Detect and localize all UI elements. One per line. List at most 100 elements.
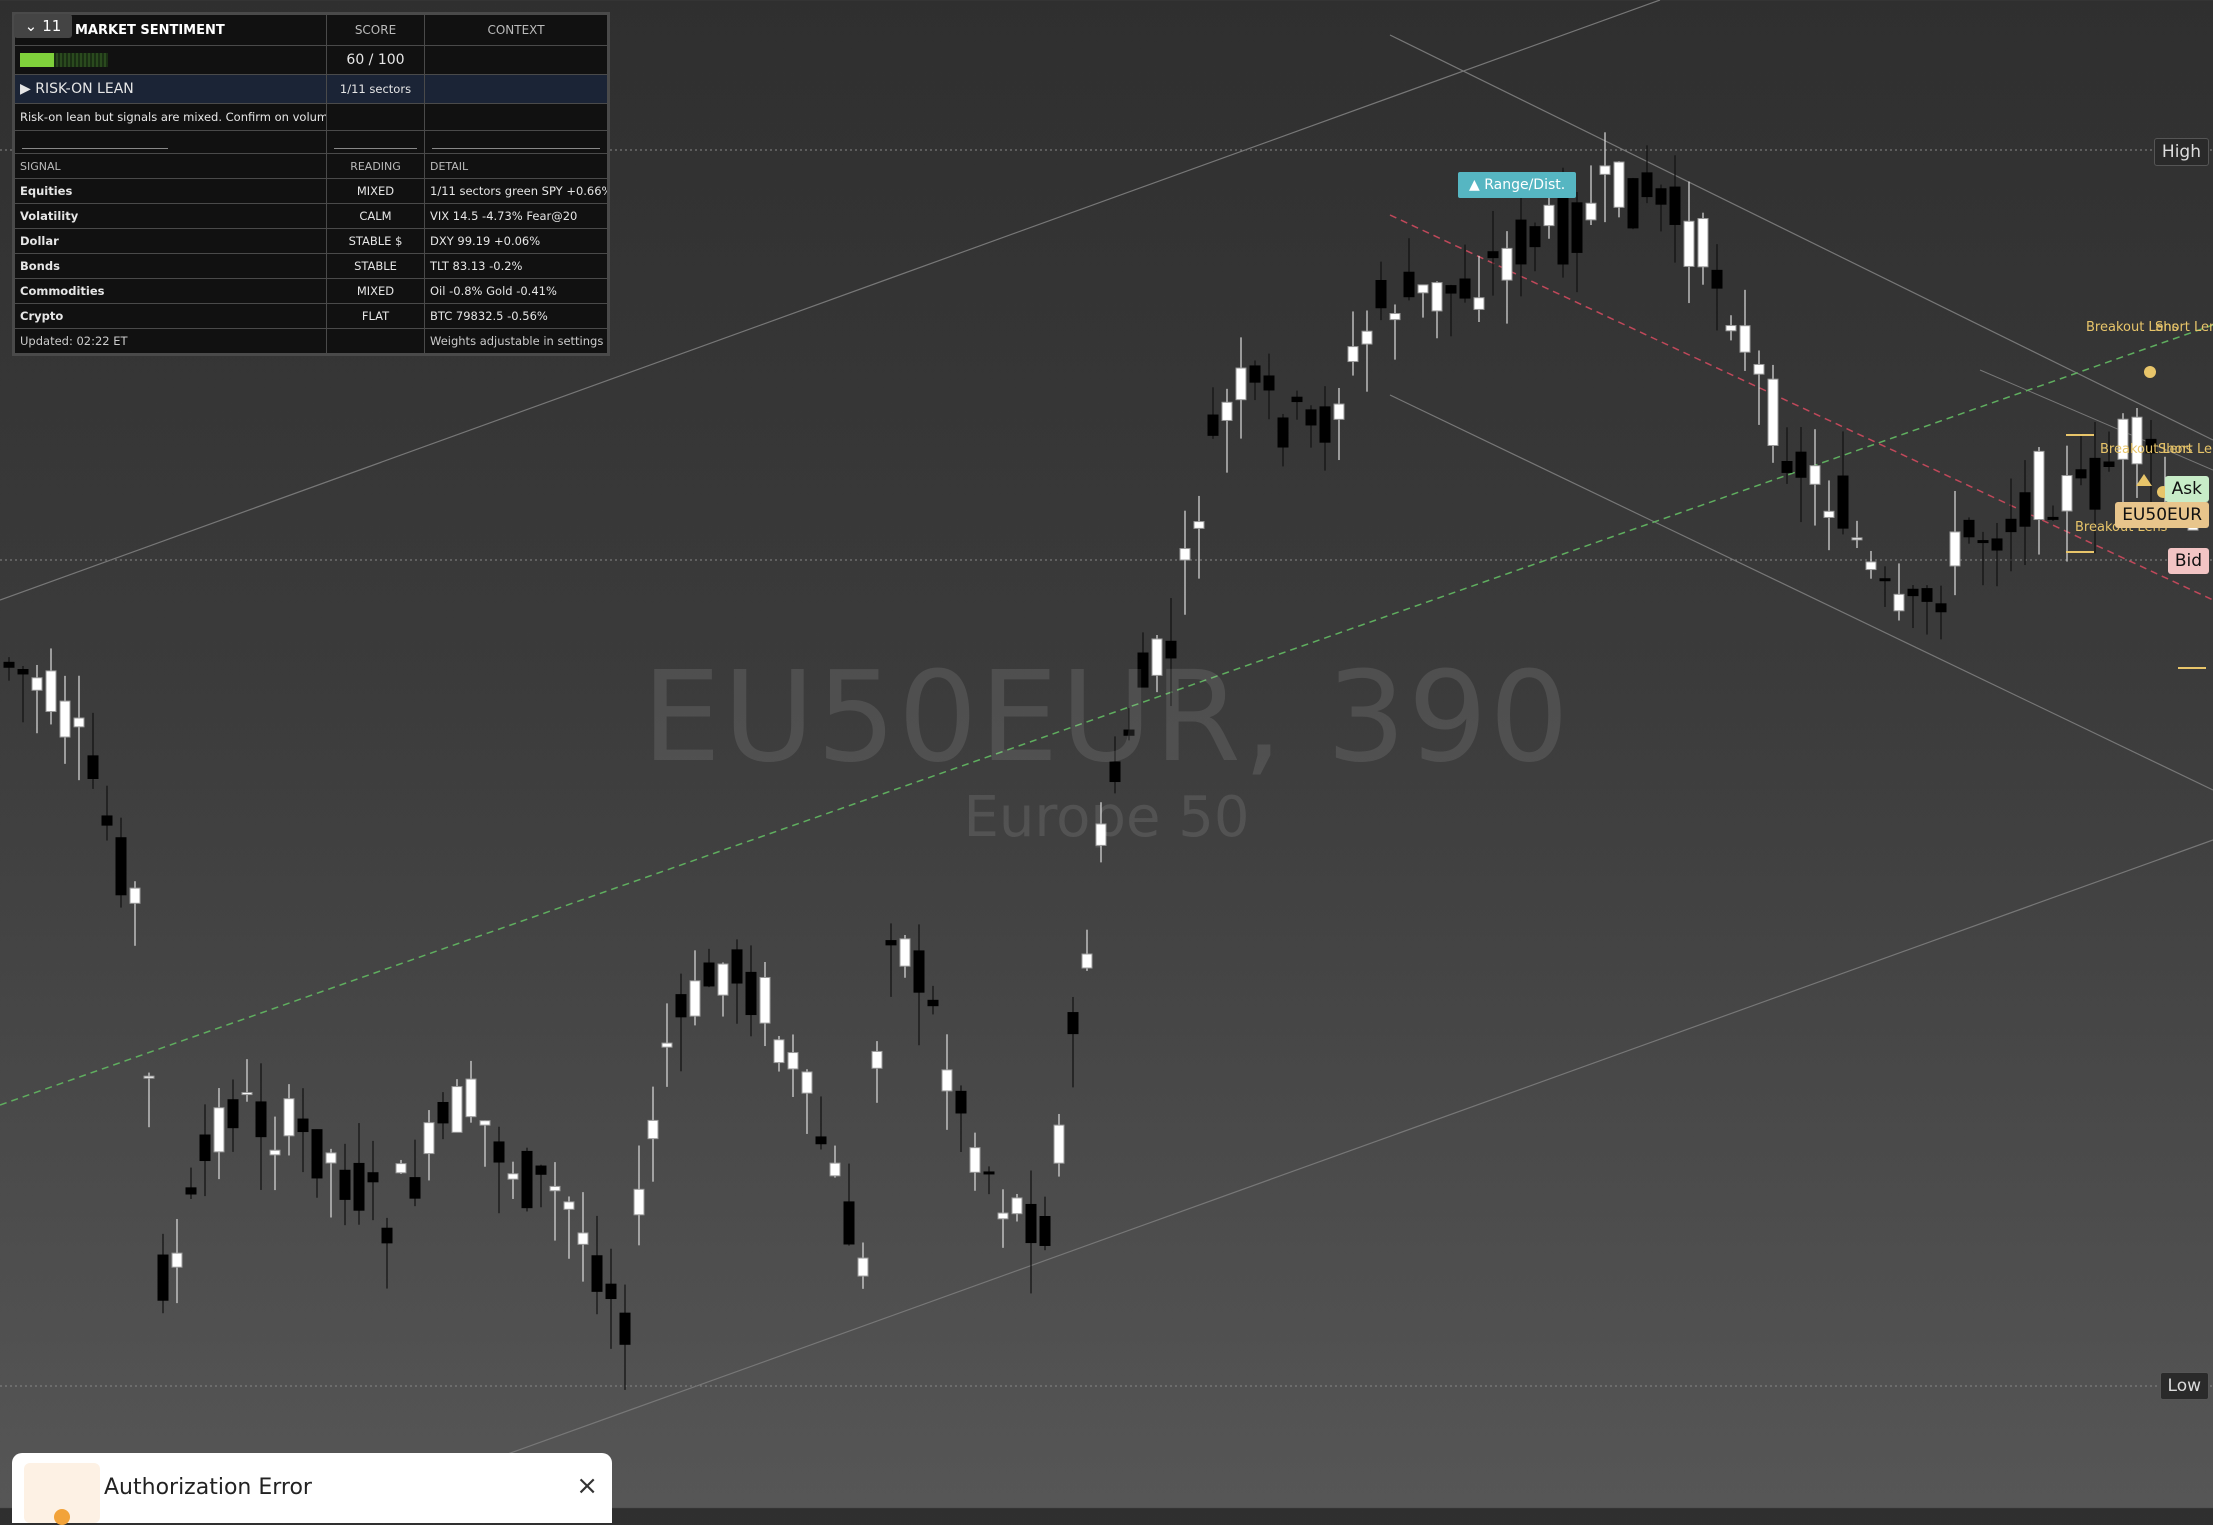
signal-name: Bonds <box>14 253 327 279</box>
candle-body <box>395 1163 407 1174</box>
updated-time: Updated: 02:22 ET <box>14 328 327 354</box>
candle-body <box>87 755 99 779</box>
candle-body <box>577 1232 589 1245</box>
candle-body <box>1515 219 1527 265</box>
candle-body <box>269 1149 281 1156</box>
signal-name: Crypto <box>14 303 327 329</box>
candle-body <box>1501 247 1513 281</box>
range-dist-label: ▲ Range/Dist. <box>1458 172 1577 198</box>
candle-body <box>1235 367 1247 401</box>
candle-body <box>1851 537 1863 541</box>
channel-line <box>1389 34 2213 441</box>
candle-body <box>1165 640 1177 659</box>
candle-body <box>1949 531 1961 567</box>
candle-body <box>31 677 43 691</box>
candle-body <box>115 837 127 896</box>
candle-body <box>1179 548 1191 561</box>
candle-body <box>325 1152 337 1164</box>
toast-title: Authorization Error <box>104 1475 312 1500</box>
candle-body <box>1137 652 1149 688</box>
candle-body <box>437 1101 449 1124</box>
candle-body <box>465 1078 477 1118</box>
candle-body <box>339 1169 351 1200</box>
short-lens-label: Short Lens <box>2158 442 2213 457</box>
candle-body <box>1907 588 1919 597</box>
candle-body <box>185 1187 197 1195</box>
candle-body <box>815 1136 827 1145</box>
candle-body <box>1473 297 1485 310</box>
signal-reading: CALM <box>326 203 425 229</box>
candle-body <box>1207 414 1219 436</box>
signal-reading: MIXED <box>326 178 425 204</box>
candle-body <box>969 1147 981 1173</box>
market-sentiment-panel: MARKET SENTIMENT SCORE CONTEXT 60 / 100 … <box>12 12 610 356</box>
candle-body <box>3 661 15 668</box>
candle-body <box>1627 178 1639 229</box>
lean-context <box>424 74 608 104</box>
collapse-indicators-button[interactable]: ⌄ 11 <box>14 14 72 38</box>
bid-price-tag: Bid <box>2167 548 2209 574</box>
signal-detail: VIX 14.5 -4.73% Fear@20 <box>424 203 608 229</box>
candle-body <box>773 1039 785 1064</box>
signal-row: Equities MIXED 1/11 sectors green SPY +0… <box>14 178 608 204</box>
candle-body <box>2103 461 2115 467</box>
authorization-error-toast: Authorization Error × <box>12 1453 612 1525</box>
signal-name: Equities <box>14 178 327 204</box>
signal-name: Dollar <box>14 228 327 254</box>
candle-body <box>101 815 113 826</box>
close-icon[interactable]: × <box>576 1471 598 1501</box>
candle-body <box>1081 953 1093 969</box>
candle-body <box>1529 226 1541 248</box>
candle-body <box>1921 588 1933 602</box>
candle-body <box>143 1075 155 1079</box>
candle-body <box>1067 1012 1079 1035</box>
chevron-down-icon: ⌄ <box>24 17 38 35</box>
candle-body <box>983 1171 995 1175</box>
signal-reading: STABLE $ <box>326 228 425 254</box>
score-bar-fill <box>20 53 54 68</box>
candle-body <box>675 994 687 1018</box>
signal-reading: FLAT <box>326 303 425 329</box>
candle-body <box>689 980 701 1017</box>
candle-body <box>1403 271 1415 298</box>
sector-count: 1/11 sectors <box>326 74 425 104</box>
candle-body <box>563 1201 575 1210</box>
candle-body <box>381 1227 393 1244</box>
lens-dot <box>2144 366 2156 378</box>
candle-body <box>1711 269 1723 289</box>
candle-body <box>1823 510 1835 518</box>
channel-line <box>379 839 2213 1501</box>
ask-price-tag: Ask <box>2164 476 2209 502</box>
candle-body <box>1039 1215 1051 1246</box>
candle-body <box>941 1069 953 1092</box>
candle-body <box>2047 516 2059 520</box>
reading-label: READING <box>326 153 425 179</box>
signal-detail: 1/11 sectors green SPY +0.66% <box>424 178 608 204</box>
candle-body <box>913 950 925 993</box>
candle-body <box>843 1201 855 1245</box>
candle-body <box>1809 465 1821 485</box>
detail-label: DETAIL <box>424 153 608 179</box>
score-bar-cell <box>14 45 327 75</box>
candle-body <box>1641 172 1653 198</box>
candle-body <box>1739 325 1751 353</box>
candle-body <box>1725 325 1737 332</box>
candle-body <box>241 1092 253 1096</box>
candle-body <box>1249 365 1261 383</box>
candle-body <box>1095 823 1107 846</box>
candle-body <box>647 1119 659 1140</box>
candle-body <box>45 670 57 713</box>
candle-body <box>1795 451 1807 478</box>
candle-body <box>955 1090 967 1114</box>
weights-note: Weights adjustable in settings <box>424 328 608 354</box>
candle-body <box>703 962 715 987</box>
high-price-tag: High <box>2153 138 2209 166</box>
signal-reading: MIXED <box>326 278 425 304</box>
candle-body <box>1753 363 1765 375</box>
candle-body <box>1109 761 1121 783</box>
candle-body <box>1361 330 1373 345</box>
candle-body <box>633 1188 645 1216</box>
signal-label: SIGNAL <box>14 153 327 179</box>
candle-body <box>1613 161 1625 208</box>
candle-body <box>759 976 771 1024</box>
